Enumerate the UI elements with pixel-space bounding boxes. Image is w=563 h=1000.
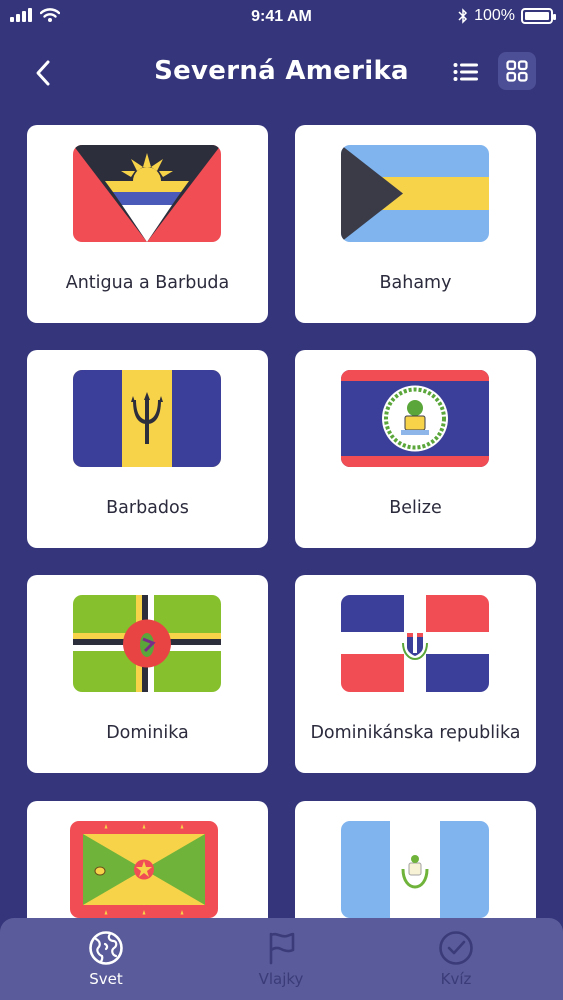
flag-icon xyxy=(269,932,295,965)
country-card[interactable]: Bahamy xyxy=(295,125,536,323)
country-card[interactable]: Antigua a Barbuda xyxy=(27,125,268,323)
guatemala-flag xyxy=(341,821,489,918)
tab-bar: Svet Vlajky Kvíz xyxy=(0,918,563,1000)
globe-icon xyxy=(89,931,123,965)
bahamas-flag xyxy=(341,145,489,242)
battery-icon xyxy=(521,8,556,24)
tab-svet[interactable]: Svet xyxy=(41,918,171,1000)
country-card[interactable]: Dominikánska republika xyxy=(295,575,536,773)
dominican-republic-flag xyxy=(341,595,489,692)
antigua-and-barbuda-flag xyxy=(73,145,221,242)
status-right: 100% xyxy=(458,7,556,25)
barbados-flag xyxy=(73,370,221,467)
tab-kviz[interactable]: Kvíz xyxy=(391,918,521,1000)
belize-flag xyxy=(341,370,489,467)
tab-label: Kvíz xyxy=(440,970,472,988)
country-name: Bahamy xyxy=(379,272,452,293)
country-name: Belize xyxy=(389,497,442,518)
list-icon xyxy=(453,63,478,81)
grid-view-button[interactable] xyxy=(498,52,536,90)
tab-label: Vlajky xyxy=(258,970,304,988)
dominica-flag xyxy=(73,595,221,692)
grid-icon xyxy=(506,60,528,82)
battery-percent: 100% xyxy=(474,7,515,24)
country-card[interactable]: Barbados xyxy=(27,350,268,548)
bluetooth-icon xyxy=(458,8,468,24)
check-circle-icon xyxy=(439,931,473,965)
tab-label: Svet xyxy=(89,970,123,988)
list-view-button[interactable] xyxy=(448,54,484,90)
grenada-flag xyxy=(70,821,218,918)
country-name: Barbados xyxy=(106,497,189,518)
country-name: Dominika xyxy=(106,722,189,743)
country-card[interactable]: Dominika xyxy=(27,575,268,773)
header: Severná Amerika xyxy=(0,44,563,100)
tab-vlajky[interactable]: Vlajky xyxy=(216,918,346,1000)
country-name: Antigua a Barbuda xyxy=(65,272,230,293)
status-bar: 9:41 AM 100% xyxy=(0,0,563,34)
country-name: Dominikánska republika xyxy=(310,722,521,743)
country-card[interactable]: Belize xyxy=(295,350,536,548)
